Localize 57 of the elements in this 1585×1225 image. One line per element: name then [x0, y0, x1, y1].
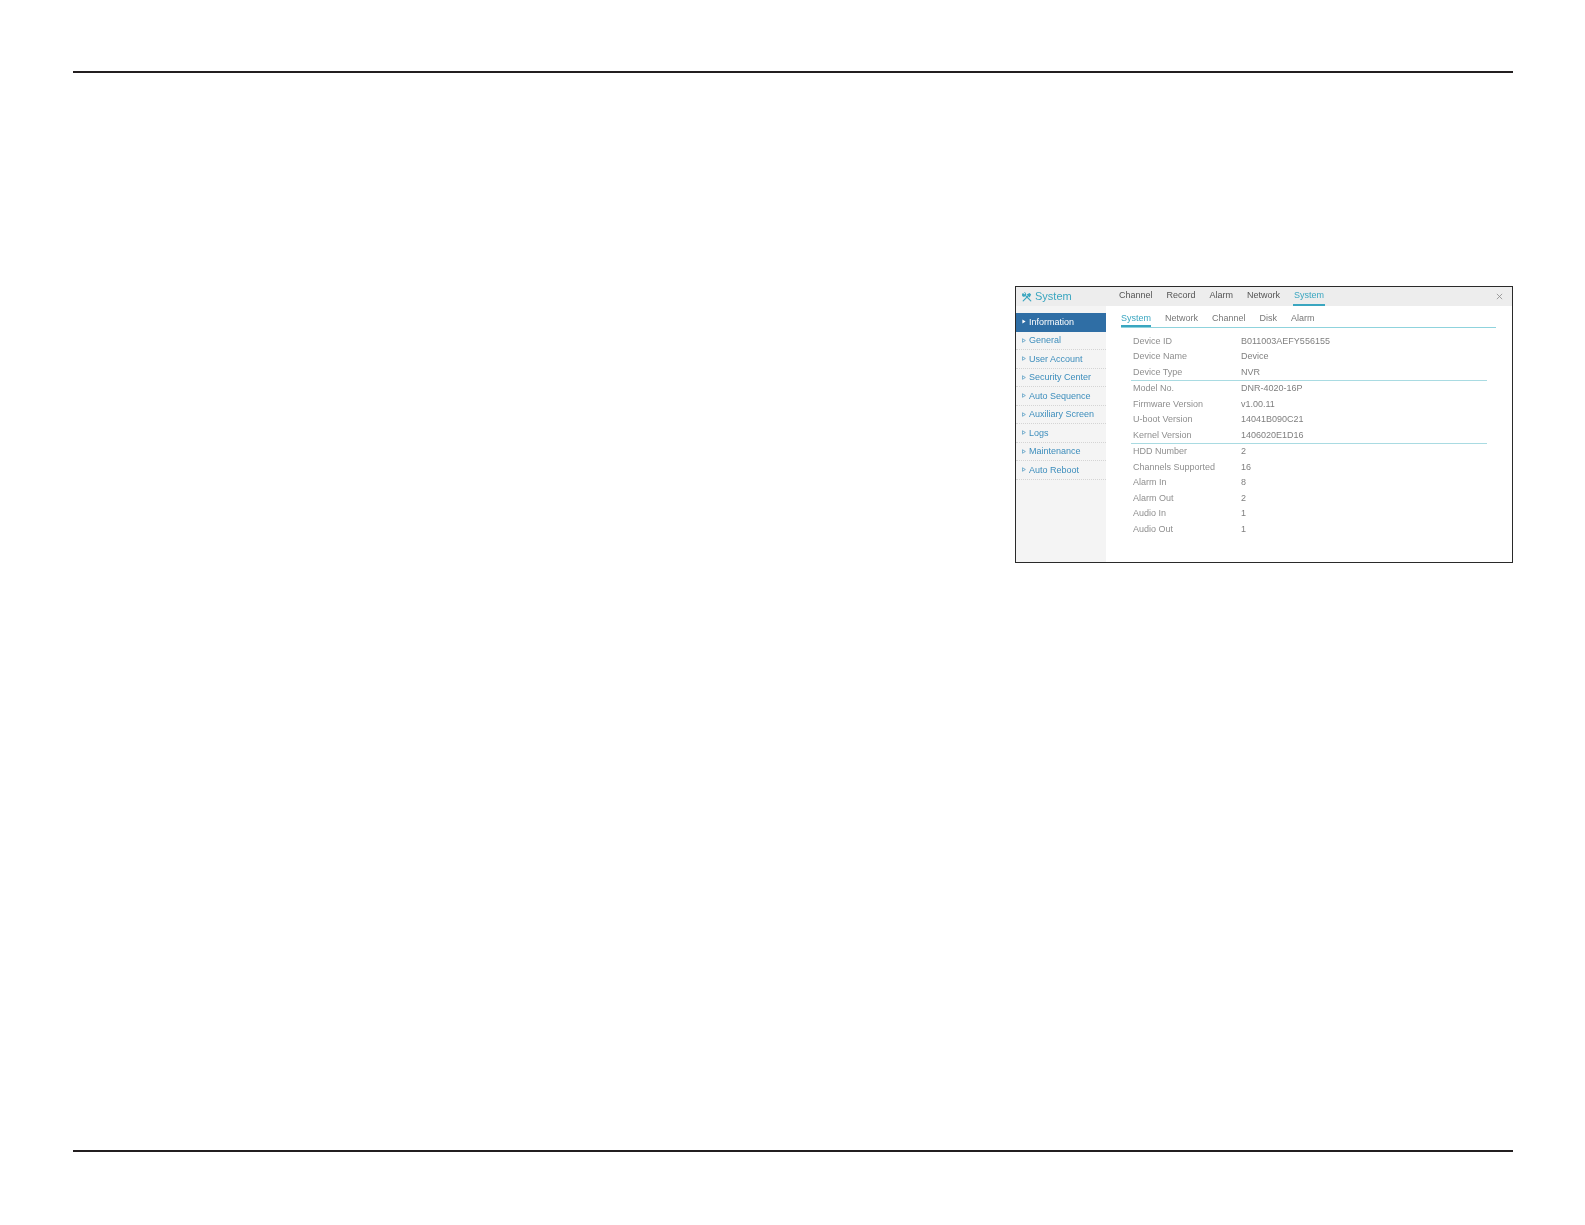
window-title: System	[1035, 290, 1072, 303]
sidebar-item[interactable]: Auto Sequence	[1016, 387, 1106, 406]
field-value: 14041B090C21	[1241, 414, 1304, 425]
field-value: 8	[1241, 477, 1246, 488]
tools-icon	[1022, 291, 1032, 302]
menu-tab[interactable]: Record	[1165, 287, 1197, 306]
sidebar-item[interactable]: Auxiliary Screen	[1016, 405, 1106, 424]
field-value: 1	[1241, 508, 1246, 519]
field-label: Alarm In	[1132, 477, 1168, 488]
field-value: 1406020E1D16	[1241, 429, 1304, 440]
caret-icon	[1022, 448, 1026, 454]
sub-tab[interactable]: System	[1121, 312, 1151, 327]
menu-tab[interactable]: Alarm	[1208, 287, 1235, 306]
sidebar-item[interactable]: General	[1016, 331, 1106, 350]
menu-tab[interactable]: System	[1293, 287, 1326, 306]
field-value: NVR	[1241, 366, 1260, 377]
field-value: 2	[1241, 446, 1246, 457]
field-value: v1.00.11	[1241, 398, 1275, 409]
caret-icon	[1022, 467, 1026, 473]
field-label: Alarm Out	[1132, 492, 1175, 503]
field-label: Firmware Version	[1132, 398, 1205, 409]
menu-tab[interactable]: Network	[1246, 287, 1282, 306]
sub-tab[interactable]: Alarm	[1291, 312, 1315, 327]
sidebar-item[interactable]: Security Center	[1016, 368, 1106, 387]
field-label: U-boot Version	[1132, 414, 1194, 425]
sub-tab[interactable]: Network	[1165, 312, 1199, 327]
caret-icon	[1022, 411, 1026, 417]
sidebar-item[interactable]: Information	[1016, 313, 1106, 332]
field-label: Channels Supported	[1132, 461, 1217, 472]
caret-icon	[1022, 430, 1026, 436]
caret-icon	[1022, 356, 1026, 362]
field-value: Device	[1241, 351, 1269, 362]
caret-icon	[1022, 319, 1026, 325]
sidebar-item[interactable]: Logs	[1016, 424, 1106, 443]
field-label: Device ID	[1132, 335, 1173, 346]
field-value: DNR-4020-16P	[1241, 383, 1303, 394]
sidebar-item[interactable]: User Account	[1016, 350, 1106, 369]
field-label: Audio Out	[1132, 523, 1175, 534]
field-label: Model No.	[1132, 383, 1176, 394]
caret-icon	[1022, 337, 1026, 343]
caret-icon	[1022, 393, 1026, 399]
field-value: B011003AEFY556155	[1241, 335, 1330, 346]
field-value: 2	[1241, 492, 1246, 503]
caret-icon	[1022, 374, 1026, 380]
sidebar-item[interactable]: Maintenance	[1016, 442, 1106, 461]
field-label: Device Name	[1132, 351, 1189, 362]
field-label: Kernel Version	[1132, 429, 1193, 440]
sub-tab[interactable]: Channel	[1212, 312, 1246, 327]
field-label: Device Type	[1132, 366, 1184, 377]
menu-tab[interactable]: Channel	[1118, 287, 1154, 306]
sub-tab[interactable]: Disk	[1259, 312, 1278, 327]
field-label: HDD Number	[1132, 446, 1188, 457]
field-label: Audio In	[1132, 508, 1168, 519]
sidebar-item[interactable]: Auto Reboot	[1016, 461, 1106, 480]
close-icon[interactable]	[1496, 293, 1503, 300]
field-value: 16	[1241, 461, 1251, 472]
field-value: 1	[1241, 523, 1246, 534]
